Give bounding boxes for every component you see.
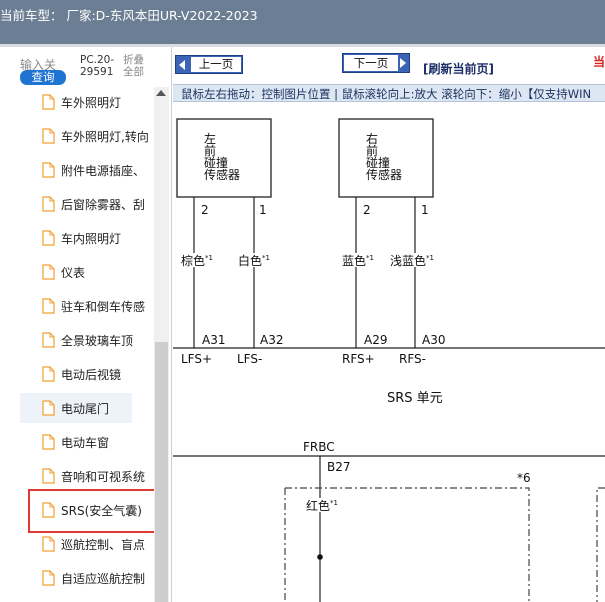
left-sensor-line: 传感器 bbox=[204, 167, 240, 182]
search-button[interactable]: 查询 bbox=[20, 70, 66, 85]
terminal-label: LFS- bbox=[237, 352, 262, 366]
document-icon bbox=[42, 468, 55, 484]
window-title: 当前车型： 厂家:D-东风本田UR-V2022-2023 bbox=[0, 8, 258, 23]
tree-item[interactable]: 全景玻璃车顶 bbox=[20, 325, 155, 355]
tree-item-label: 车内照明灯 bbox=[61, 232, 122, 246]
pin-number: 2 bbox=[201, 203, 209, 217]
prev-page-label: 上一页 bbox=[191, 57, 241, 72]
tree-item-label: 电动车窗 bbox=[61, 436, 110, 450]
tree-item[interactable]: 车外照明灯,转向 bbox=[20, 121, 155, 151]
scroll-up-arrow-icon[interactable] bbox=[156, 90, 166, 96]
document-icon bbox=[42, 230, 55, 246]
page-toolbar: 上一页 下一页 [刷新当前页] 当 bbox=[173, 47, 605, 84]
tree-item-label: 巡航控制、盲点 bbox=[61, 538, 146, 552]
connector-id: A29 bbox=[364, 333, 387, 347]
connector-b27: B27 bbox=[327, 460, 351, 474]
tree-item-label: 驻车和倒车传感 bbox=[61, 300, 146, 314]
document-icon bbox=[42, 570, 55, 586]
connector-id: A31 bbox=[202, 333, 225, 347]
tree-item[interactable]: 自适应巡航控制 bbox=[20, 563, 155, 593]
next-page-label: 下一页 bbox=[344, 55, 398, 71]
left-sidebar: 输入关 查询 PC.20-29591 折叠全部 车外照明灯 车外照明灯,转向 附… bbox=[0, 47, 172, 602]
hint-text: 鼠标左右拖动：控制图片位置 | 鼠标滚轮向上:放大 滚轮向下：缩小【仅支持WIN bbox=[181, 87, 592, 101]
tree-item[interactable]: 音响和可视系统 bbox=[20, 461, 155, 491]
document-icon bbox=[42, 434, 55, 450]
connector-id: A32 bbox=[260, 333, 283, 347]
tree-item-label: 车外照明灯 bbox=[61, 96, 122, 110]
tree-item[interactable]: 车内照明灯 bbox=[20, 223, 155, 253]
tree-item-label: 音响和可视系统 bbox=[61, 470, 146, 484]
next-page-button[interactable]: 下一页 bbox=[342, 53, 410, 73]
truncated-red-text: 当 bbox=[593, 55, 605, 69]
tree-item[interactable]: 后窗除雾器、刮 bbox=[20, 189, 155, 219]
tree-item-label: 电动尾门 bbox=[61, 402, 110, 416]
tree-item[interactable]: 车外照明灯 bbox=[20, 87, 155, 117]
dash-dot-frame-right bbox=[596, 487, 605, 602]
tree-item[interactable]: 电动车窗 bbox=[20, 427, 155, 457]
tree-item-label: 车外照明灯,转向 bbox=[61, 130, 149, 144]
terminal-label: LFS+ bbox=[181, 352, 212, 366]
document-icon bbox=[42, 400, 55, 416]
highlight-box bbox=[28, 489, 160, 533]
left-arrow-icon bbox=[179, 60, 185, 70]
right-sensor-line: 传感器 bbox=[366, 167, 402, 182]
tree-item-label: 电动后视镜 bbox=[61, 368, 122, 382]
tree-item[interactable]: 巡航控制、盲点 bbox=[20, 529, 155, 559]
document-icon bbox=[42, 332, 55, 348]
document-icon bbox=[42, 128, 55, 144]
collapse-all-button[interactable]: 折叠全部 bbox=[123, 54, 153, 78]
tree-item-selected[interactable]: 电动尾门 bbox=[20, 393, 132, 423]
tree-item-label: 自适应巡航控制 bbox=[61, 572, 146, 586]
title-bar: 当前车型： 厂家:D-东风本田UR-V2022-2023 bbox=[0, 0, 605, 44]
tree-item[interactable]: 仪表 bbox=[20, 257, 155, 287]
wiring-diagram-svg: 左 前 碰撞 传感器 右 前 碰撞 传感器 2 1 2 1 棕色*1 白色*1 … bbox=[173, 118, 605, 602]
terminal-label: RFS- bbox=[399, 352, 426, 366]
tree-item[interactable]: 电动后视镜 bbox=[20, 359, 155, 389]
document-icon bbox=[42, 196, 55, 212]
terminal-label: RFS+ bbox=[342, 352, 375, 366]
srs-unit-label: SRS 单元 bbox=[387, 391, 443, 406]
pc-code-label: PC.20-29591 bbox=[80, 54, 115, 78]
note-mark: *6 bbox=[517, 471, 531, 485]
frbc-label: FRBC bbox=[303, 440, 335, 454]
prev-page-button[interactable]: 上一页 bbox=[175, 55, 243, 74]
document-icon bbox=[42, 162, 55, 178]
scrollbar-thumb[interactable] bbox=[155, 342, 168, 602]
splice-point bbox=[317, 554, 323, 560]
refresh-page-link[interactable]: [刷新当前页] bbox=[423, 60, 494, 77]
hint-bar: 鼠标左右拖动：控制图片位置 | 鼠标滚轮向上:放大 滚轮向下：缩小【仅支持WIN bbox=[173, 84, 605, 102]
document-icon bbox=[42, 298, 55, 314]
pin-number: 2 bbox=[363, 203, 371, 217]
wiring-diagram[interactable]: 左 前 碰撞 传感器 右 前 碰撞 传感器 2 1 2 1 棕色*1 白色*1 … bbox=[173, 102, 605, 602]
tree-item[interactable]: 驻车和倒车传感 bbox=[20, 291, 155, 321]
tree-item-label: 附件电源插座、 bbox=[61, 164, 146, 178]
document-icon bbox=[42, 264, 55, 280]
tree-item-label: 全景玻璃车顶 bbox=[61, 334, 134, 348]
document-icon bbox=[42, 366, 55, 382]
right-arrow-icon bbox=[400, 58, 406, 68]
tree-item[interactable]: 附件电源插座、 bbox=[20, 155, 155, 185]
connector-id: A30 bbox=[422, 333, 445, 347]
tree-item-label: 后窗除雾器、刮 bbox=[61, 198, 146, 212]
pin-number: 1 bbox=[259, 203, 267, 217]
pin-number: 1 bbox=[421, 203, 429, 217]
document-icon bbox=[42, 94, 55, 110]
tree-item-label: 仪表 bbox=[61, 266, 86, 280]
document-icon bbox=[42, 536, 55, 552]
